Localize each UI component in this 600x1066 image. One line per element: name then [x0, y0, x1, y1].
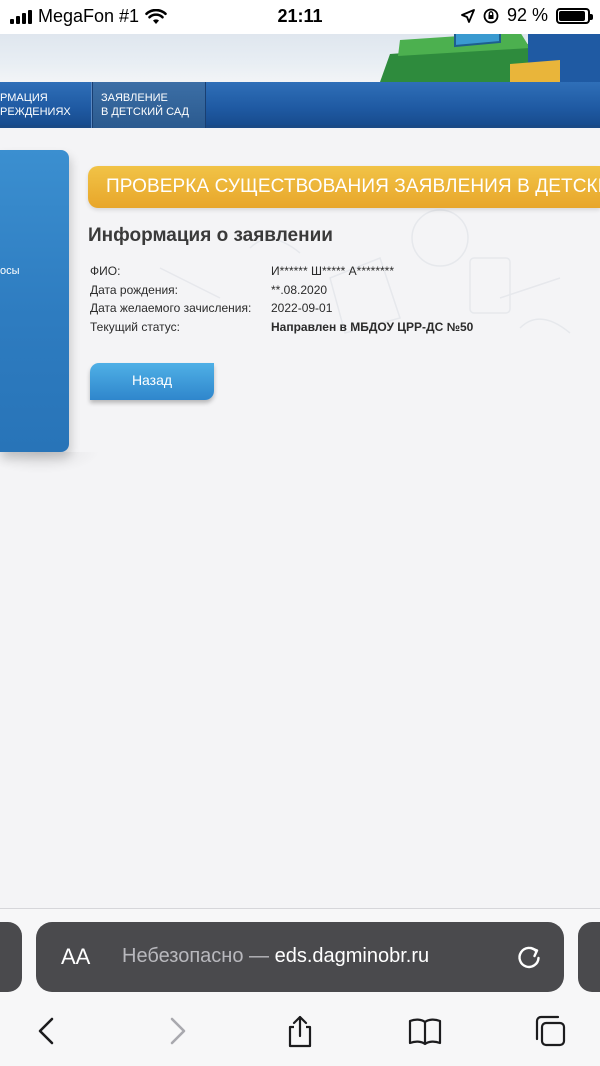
- back-button[interactable]: Назад: [90, 363, 214, 400]
- url-host: eds.dagminobr.ru: [274, 945, 430, 967]
- chevron-right-icon[interactable]: [160, 1014, 194, 1048]
- book-icon[interactable]: [408, 1014, 442, 1048]
- reload-icon[interactable]: [514, 942, 544, 972]
- previous-tab-preview[interactable]: [0, 922, 22, 992]
- info-value: 2022-09-01: [271, 301, 333, 316]
- sidebar-shadow: [0, 452, 100, 474]
- sidebar-item-label[interactable]: осы: [0, 265, 20, 277]
- page-title-banner: ПРОВЕРКА СУЩЕСТВОВАНИЯ ЗАЯВЛЕНИЯ В ДЕТСК…: [88, 166, 600, 208]
- info-label: Дата желаемого зачисления:: [90, 301, 252, 316]
- status-bar: MegaFon #1 21:11 92 %: [0, 0, 600, 34]
- nav-item-kindergarten-application[interactable]: ЗАЯВЛЕНИЕ В ДЕТСКИЙ САД: [92, 82, 206, 128]
- battery-icon: [556, 7, 593, 24]
- address-bar[interactable]: AA Небезопасно — eds.dagminobr.ru: [36, 922, 564, 992]
- location-arrow-icon: [461, 8, 475, 23]
- site-header: [0, 34, 600, 82]
- orientation-lock-icon: [483, 8, 499, 23]
- info-label: Текущий статус:: [90, 319, 180, 334]
- info-value: **.08.2020: [271, 282, 328, 297]
- browser-bottom-toolbar: [0, 1000, 600, 1066]
- info-row-fio: ФИО: И****** Ш***** А********: [90, 262, 473, 281]
- page-title: ПРОВЕРКА СУЩЕСТВОВАНИЯ ЗАЯВЛЕНИЯ В ДЕТСК…: [106, 176, 600, 197]
- nav-item-label: РЕЖДЕНИЯХ: [0, 106, 71, 118]
- nav-item-label: РМАЦИЯ: [0, 92, 48, 104]
- battery-fill: [559, 10, 585, 21]
- books-illustration: [380, 34, 600, 82]
- tabs-icon[interactable]: [533, 1014, 567, 1048]
- info-label: ФИО:: [90, 264, 121, 279]
- sidebar-panel: [0, 150, 69, 452]
- nav-item-label: В ДЕТСКИЙ САД: [101, 106, 189, 118]
- reader-options-button[interactable]: AA: [61, 944, 90, 970]
- info-row-enrollment-date: Дата желаемого зачисления: 2022-09-01: [90, 299, 473, 318]
- aa-label: AA: [61, 944, 91, 969]
- nav-item-label: ЗАЯВЛЕНИЕ: [101, 92, 168, 104]
- insecure-label: Небезопасно —: [122, 945, 270, 967]
- info-row-birth-date: Дата рождения: **.08.2020: [90, 281, 473, 300]
- application-info-table: ФИО: И****** Ш***** А******** Дата рожде…: [90, 262, 473, 336]
- main-nav: РМАЦИЯ РЕЖДЕНИЯХ ЗАЯВЛЕНИЕ В ДЕТСКИЙ САД: [0, 82, 600, 128]
- info-row-status: Текущий статус: Направлен в МБДОУ ЦРР-ДС…: [90, 318, 473, 337]
- url-display[interactable]: Небезопасно — eds.dagminobr.ru: [122, 945, 429, 968]
- status-right: 92 %: [461, 5, 593, 26]
- info-value: И****** Ш***** А********: [271, 264, 395, 279]
- status-value: Направлен в МБДОУ ЦРР-ДС №50: [271, 319, 474, 334]
- share-icon[interactable]: [283, 1014, 317, 1048]
- nav-item-info[interactable]: РМАЦИЯ РЕЖДЕНИЯХ: [0, 82, 92, 128]
- next-tab-preview[interactable]: [578, 922, 600, 992]
- info-label: Дата рождения:: [90, 282, 178, 297]
- battery-percent: 92 %: [506, 5, 548, 25]
- section-title: Информация о заявлении: [88, 225, 333, 246]
- chevron-left-icon[interactable]: [30, 1014, 64, 1048]
